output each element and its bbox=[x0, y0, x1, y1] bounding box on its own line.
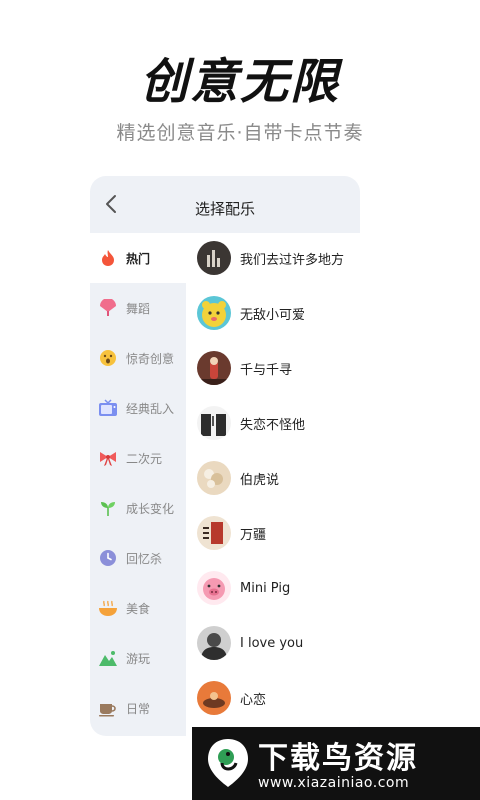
song-title: 失恋不怪他 bbox=[240, 417, 306, 433]
song-cover bbox=[197, 571, 231, 605]
song-cover bbox=[197, 626, 231, 660]
song-item[interactable]: Mini Pig bbox=[186, 563, 360, 613]
song-cover bbox=[197, 681, 231, 715]
fan-icon bbox=[98, 298, 118, 318]
category-dance[interactable]: 舞蹈 bbox=[90, 283, 186, 333]
tv-icon bbox=[98, 398, 118, 418]
category-label: 经典乱入 bbox=[126, 401, 175, 416]
subheadline: 精选创意音乐·自带卡点节奏 bbox=[116, 122, 364, 144]
bowl-icon bbox=[98, 598, 118, 618]
song-cover bbox=[197, 516, 231, 550]
watermark-banner: 下载鸟资源 www.xiazainiao.com bbox=[192, 727, 480, 800]
song-title: 心恋 bbox=[240, 692, 267, 708]
song-list: 我们去过许多地方 无敌小可爱 千与千寻 失恋不怪他 伯虎说 万疆 Mini Pi… bbox=[186, 233, 360, 736]
song-title: 我们去过许多地方 bbox=[240, 252, 345, 268]
bow-icon bbox=[98, 448, 118, 468]
category-hot[interactable]: 热门 bbox=[90, 233, 186, 283]
song-item[interactable]: 伯虎说 bbox=[186, 453, 360, 503]
category-label: 热门 bbox=[126, 251, 151, 266]
clock-icon bbox=[98, 548, 118, 568]
cup-icon bbox=[98, 698, 118, 718]
song-item[interactable]: 我们去过许多地方 bbox=[186, 233, 360, 283]
category-food[interactable]: 美食 bbox=[90, 583, 186, 633]
song-item[interactable]: 万疆 bbox=[186, 508, 360, 558]
song-item[interactable]: 千与千寻 bbox=[186, 343, 360, 393]
flame-icon bbox=[98, 248, 118, 268]
category-travel[interactable]: 游玩 bbox=[90, 633, 186, 683]
surprised-face-icon bbox=[98, 348, 118, 368]
song-cover bbox=[197, 406, 231, 440]
song-title: 千与千寻 bbox=[240, 362, 293, 378]
headline: 创意无限 bbox=[139, 54, 340, 110]
song-title: 万疆 bbox=[240, 527, 267, 543]
category-label: 成长变化 bbox=[126, 501, 175, 516]
category-label: 游玩 bbox=[126, 651, 151, 666]
category-daily[interactable]: 日常 bbox=[90, 683, 186, 733]
song-cover bbox=[197, 461, 231, 495]
song-item[interactable]: 心恋 bbox=[186, 673, 360, 723]
category-anime[interactable]: 二次元 bbox=[90, 433, 186, 483]
category-surprise[interactable]: 惊奇创意 bbox=[90, 333, 186, 383]
sprout-icon bbox=[98, 498, 118, 518]
panel-title: 选择配乐 bbox=[194, 200, 255, 218]
category-label: 美食 bbox=[126, 601, 151, 616]
song-item[interactable]: 无敌小可爱 bbox=[186, 288, 360, 338]
music-picker-panel: 选择配乐 热门 舞蹈 惊奇创意 经典乱入 二次元 成长变化 回忆杀 美食 游玩 … bbox=[90, 176, 360, 736]
category-label: 日常 bbox=[126, 701, 151, 716]
category-growth[interactable]: 成长变化 bbox=[90, 483, 186, 533]
watermark-logo bbox=[206, 737, 250, 789]
panel-header: 选择配乐 bbox=[90, 176, 360, 236]
watermark-url: www.xiazainiao.com bbox=[258, 775, 410, 791]
category-classic[interactable]: 经典乱入 bbox=[90, 383, 186, 433]
category-label: 惊奇创意 bbox=[126, 351, 175, 366]
mountain-icon bbox=[98, 648, 118, 668]
category-label: 舞蹈 bbox=[126, 301, 151, 316]
song-title: 无敌小可爱 bbox=[240, 307, 306, 323]
song-cover bbox=[197, 296, 231, 330]
song-item[interactable]: I love you bbox=[186, 618, 360, 668]
category-label: 二次元 bbox=[126, 451, 163, 466]
watermark-title: 下载鸟资源 bbox=[258, 741, 418, 776]
song-cover bbox=[197, 351, 231, 385]
song-title: I love you bbox=[240, 635, 304, 651]
category-label: 回忆杀 bbox=[126, 551, 163, 566]
song-cover bbox=[197, 241, 231, 275]
song-item[interactable]: 失恋不怪他 bbox=[186, 398, 360, 448]
song-title: Mini Pig bbox=[240, 580, 291, 596]
song-title: 伯虎说 bbox=[240, 472, 280, 488]
category-sidebar: 热门 舞蹈 惊奇创意 经典乱入 二次元 成长变化 回忆杀 美食 游玩 日常 bbox=[90, 233, 186, 736]
category-memories[interactable]: 回忆杀 bbox=[90, 533, 186, 583]
